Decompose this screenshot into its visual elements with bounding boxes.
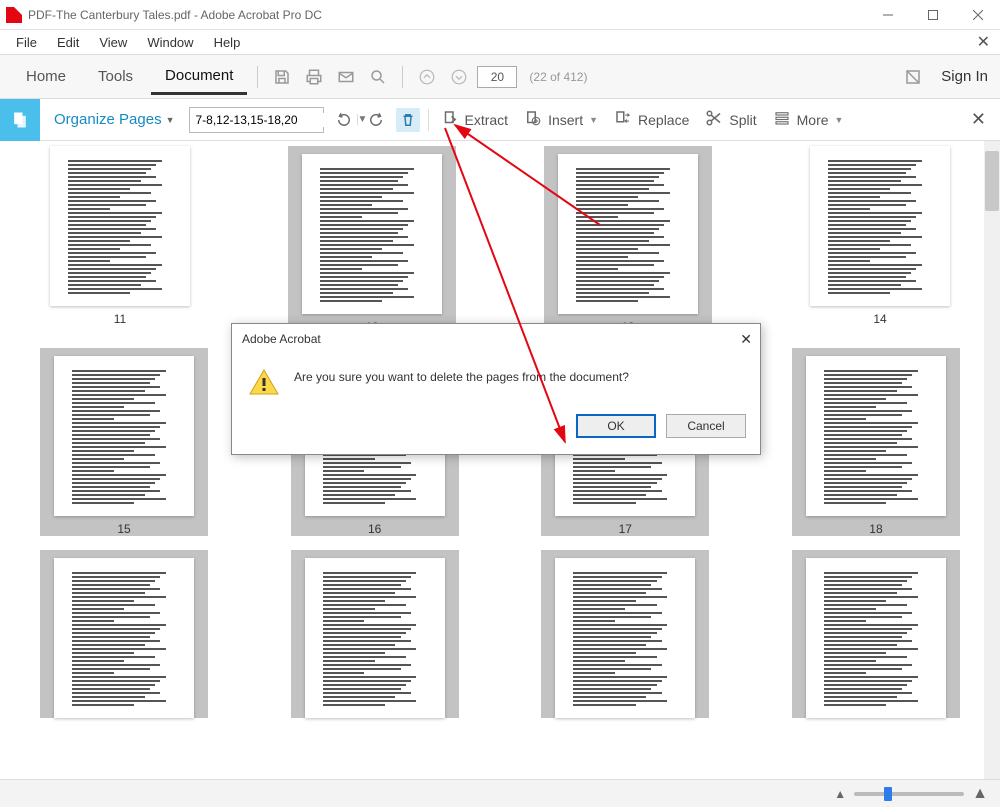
organize-toolbar: Organize Pages▼ ▼ Extract Insert▼ Replac…: [0, 99, 1000, 141]
page-image: [50, 146, 190, 306]
page-thumbnail[interactable]: 15: [40, 348, 208, 536]
organize-pages-icon[interactable]: [0, 99, 40, 141]
bottom-bar: ▲ ▲: [0, 779, 1000, 807]
replace-button[interactable]: Replace: [610, 109, 693, 130]
window-title: PDF-The Canterbury Tales.pdf - Adobe Acr…: [28, 8, 865, 22]
page-thumbnail[interactable]: [541, 550, 709, 718]
tab-tools[interactable]: Tools: [84, 60, 147, 93]
page-thumbnail[interactable]: 11: [40, 146, 200, 334]
menu-file[interactable]: File: [6, 33, 47, 52]
menu-view[interactable]: View: [89, 33, 137, 52]
split-button[interactable]: Split: [701, 109, 760, 130]
dialog-message: Are you sure you want to delete the page…: [294, 368, 629, 396]
page-image: [305, 558, 445, 718]
rotate-cw-icon[interactable]: [364, 108, 388, 132]
scrollbar-thumb[interactable]: [985, 151, 999, 211]
page-up-icon[interactable]: [413, 63, 441, 91]
minimize-button[interactable]: [865, 0, 910, 30]
menu-bar: File Edit View Window Help ✕: [0, 30, 1000, 54]
page-number-input[interactable]: [477, 66, 517, 88]
page-number-label: 14: [873, 312, 886, 326]
page-number-label: 17: [619, 522, 632, 536]
title-bar: PDF-The Canterbury Tales.pdf - Adobe Acr…: [0, 0, 1000, 30]
ok-button[interactable]: OK: [576, 414, 656, 438]
page-number-label: 18: [869, 522, 882, 536]
page-thumbnail[interactable]: [792, 550, 960, 718]
menu-window[interactable]: Window: [137, 33, 203, 52]
tab-home[interactable]: Home: [12, 60, 80, 93]
page-number-label: 15: [117, 522, 130, 536]
page-down-icon[interactable]: [445, 63, 473, 91]
print-icon[interactable]: [300, 63, 328, 91]
maximize-button[interactable]: [910, 0, 955, 30]
thumbnail-area: 11 12 13 14 15 16 17 18: [0, 141, 1000, 779]
zoom-slider[interactable]: [854, 792, 964, 796]
rotate-ccw-icon[interactable]: [332, 108, 356, 132]
menu-help[interactable]: Help: [204, 33, 251, 52]
page-count-label: (22 of 412): [529, 70, 587, 84]
page-thumbnail[interactable]: 13: [544, 146, 712, 334]
search-icon[interactable]: [364, 63, 392, 91]
page-number-label: 16: [368, 522, 381, 536]
separator: [257, 66, 258, 88]
scrollbar[interactable]: [984, 141, 1000, 779]
mail-icon[interactable]: [332, 63, 360, 91]
menu-edit[interactable]: Edit: [47, 33, 89, 52]
separator: [428, 109, 429, 131]
zoom-large-icon[interactable]: ▲: [972, 785, 988, 803]
save-icon[interactable]: [268, 63, 296, 91]
zoom-small-icon[interactable]: ▲: [834, 787, 846, 801]
page-image: [558, 154, 698, 314]
app-icon: [6, 7, 22, 23]
tab-document[interactable]: Document: [151, 59, 247, 95]
close-organize-icon[interactable]: ✕: [971, 109, 986, 130]
zoom-slider-knob[interactable]: [884, 787, 892, 801]
page-range-input[interactable]: ▼: [189, 107, 324, 133]
extract-button[interactable]: Extract: [437, 109, 513, 130]
page-image: [54, 558, 194, 718]
close-menubar-icon[interactable]: ✕: [977, 32, 990, 52]
page-image: [806, 558, 946, 718]
dialog-close-icon[interactable]: ✕: [740, 331, 752, 348]
dialog-title: Adobe Acrobat ✕: [232, 324, 760, 354]
page-thumbnail[interactable]: 14: [800, 146, 960, 334]
close-button[interactable]: [955, 0, 1000, 30]
warning-icon: [248, 368, 280, 396]
page-image: [555, 558, 695, 718]
organize-pages-dropdown[interactable]: Organize Pages▼: [48, 111, 181, 128]
page-thumbnail[interactable]: 12: [288, 146, 456, 334]
more-dropdown[interactable]: More▼: [769, 109, 848, 130]
page-number-label: 11: [114, 312, 126, 326]
separator: [402, 66, 403, 88]
page-image: [54, 356, 194, 516]
page-thumbnail[interactable]: 18: [792, 348, 960, 536]
page-image: [302, 154, 442, 314]
delete-icon[interactable]: [396, 108, 420, 132]
page-thumbnail[interactable]: [291, 550, 459, 718]
sign-in-button[interactable]: Sign In: [941, 68, 988, 85]
page-image: [806, 356, 946, 516]
insert-dropdown[interactable]: Insert▼: [520, 109, 602, 130]
page-thumbnail[interactable]: [40, 550, 208, 718]
page-image: [810, 146, 950, 306]
cancel-button[interactable]: Cancel: [666, 414, 746, 438]
confirm-dialog: Adobe Acrobat ✕ Are you sure you want to…: [231, 323, 761, 455]
top-toolbar: Home Tools Document (22 of 412) Sign In: [0, 54, 1000, 99]
thumbnail-toggle-icon[interactable]: [899, 63, 927, 91]
